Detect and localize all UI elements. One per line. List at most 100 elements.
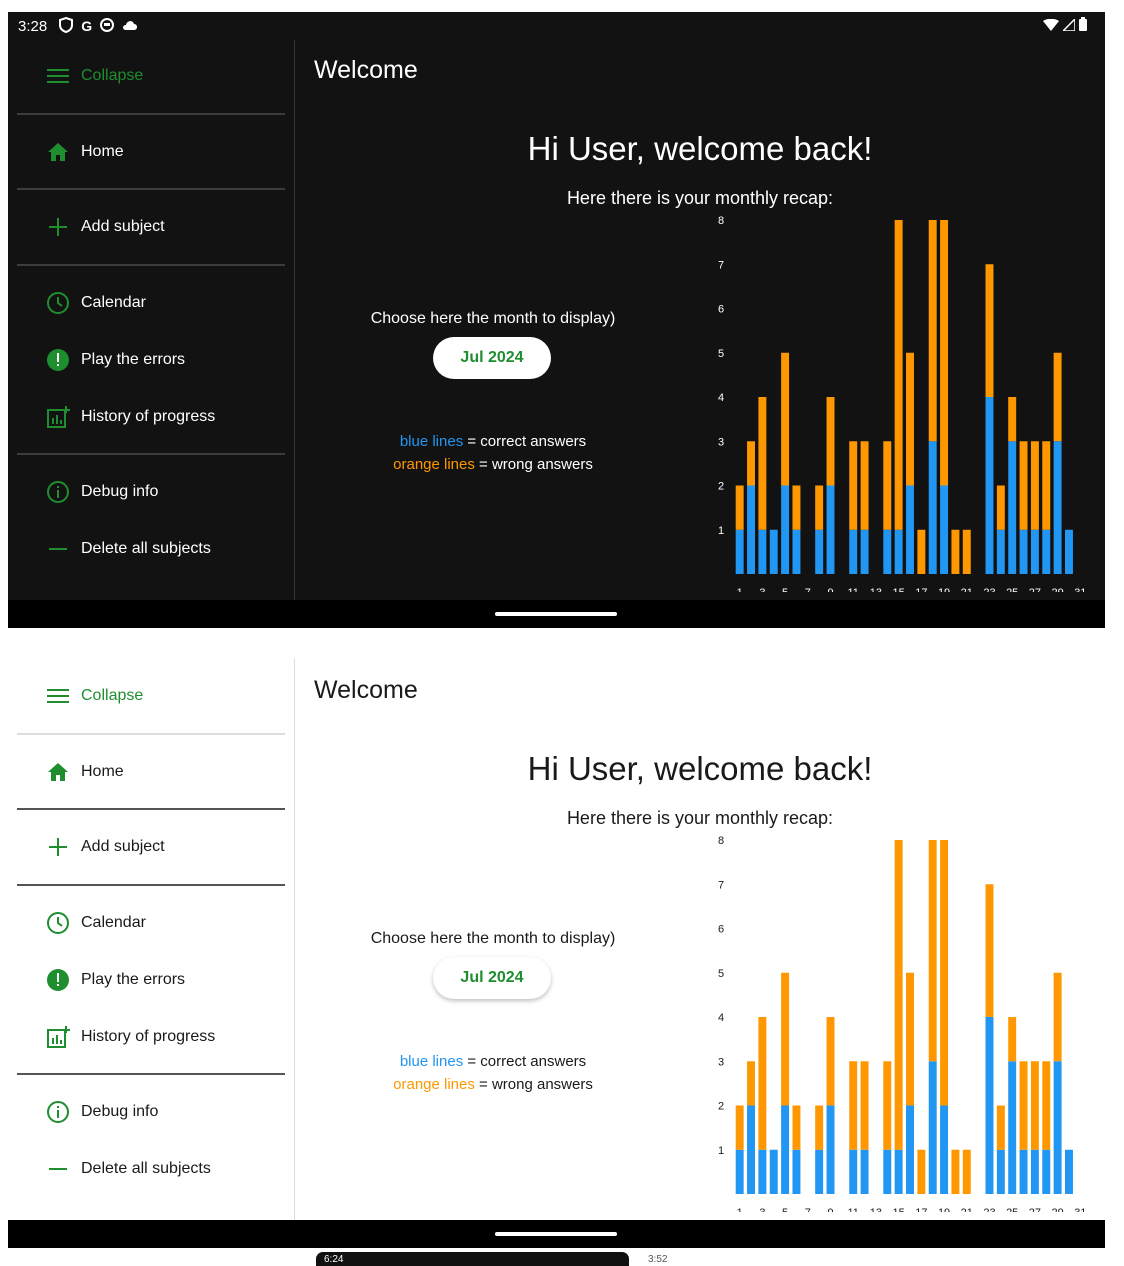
bar-correct: [781, 1105, 790, 1194]
sidebar-separator: [17, 453, 285, 455]
y-tick-label: 2: [718, 481, 724, 493]
sidebar-item-delete-all[interactable]: Delete all subjects: [17, 529, 285, 569]
home-gesture-pill[interactable]: [495, 612, 617, 616]
bar-correct: [792, 1149, 801, 1194]
sidebar-item-add-subject[interactable]: Add subject: [17, 207, 285, 247]
bar-correct: [1042, 1149, 1051, 1194]
bar-wrong: [1019, 1061, 1028, 1150]
x-tick-label: 29: [1051, 1207, 1063, 1212]
monthly-recap-chart: 12345678135791113151719212325272931: [706, 212, 1092, 599]
bar-wrong: [1030, 441, 1039, 530]
bar-correct: [792, 529, 801, 574]
month-choose-label: Choose here the month to display): [370, 310, 616, 327]
sidebar-item-label: History of progress: [81, 408, 216, 425]
bar-correct: [815, 1149, 824, 1194]
sidebar-item-history[interactable]: History of progress: [17, 1017, 285, 1057]
x-tick-label: 5: [782, 1207, 788, 1212]
bar-wrong: [940, 840, 949, 1106]
bar-correct: [928, 441, 937, 574]
legend-correct: blue lines = correct answers: [348, 1053, 638, 1070]
bar-correct: [1030, 1149, 1039, 1194]
x-tick-label: 9: [827, 587, 833, 592]
bar-wrong: [894, 220, 903, 530]
bar-correct: [769, 1149, 778, 1194]
x-tick-label: 1: [737, 587, 743, 592]
home-icon: [45, 139, 71, 165]
bar-correct: [769, 529, 778, 574]
bar-correct: [996, 529, 1005, 574]
bar-wrong: [826, 1017, 835, 1106]
bar-wrong: [996, 485, 1005, 530]
sidebar-item-calendar[interactable]: Calendar: [17, 903, 285, 943]
x-tick-label: 15: [893, 1207, 905, 1212]
sidebar-separator: [17, 733, 285, 735]
x-tick-label: 7: [805, 1207, 811, 1212]
sidebar-item-delete-all[interactable]: Delete all subjects: [17, 1149, 285, 1189]
x-tick-label: 21: [961, 587, 973, 592]
clock-icon: [45, 290, 71, 316]
y-tick-label: 2: [718, 1101, 724, 1113]
sidebar-item-add-subject[interactable]: Add subject: [17, 827, 285, 867]
sidebar-item-home[interactable]: Home: [17, 132, 285, 172]
bar-wrong: [951, 529, 960, 574]
bar-wrong: [747, 441, 756, 486]
bar-correct: [1042, 529, 1051, 574]
sidebar-item-home[interactable]: Home: [17, 752, 285, 792]
month-select-button[interactable]: Jul 2024: [433, 957, 551, 999]
bar-correct: [758, 529, 767, 574]
bar-correct: [735, 529, 744, 574]
sidebar-item-history[interactable]: History of progress: [17, 397, 285, 437]
sidebar-item-label: Debug info: [81, 483, 159, 500]
plus-icon: [45, 214, 71, 240]
sidebar-item-label: Delete all subjects: [81, 540, 211, 557]
y-tick-label: 4: [718, 392, 724, 404]
home-gesture-pill[interactable]: [495, 1232, 617, 1236]
sidebar-item-play-errors[interactable]: Play the errors: [17, 960, 285, 1000]
collapse-button[interactable]: Collapse: [17, 56, 285, 96]
sidebar-item-play-errors[interactable]: Play the errors: [17, 340, 285, 380]
bar-correct: [758, 1149, 767, 1194]
collapse-button[interactable]: Collapse: [17, 676, 285, 716]
menu-icon: [45, 63, 71, 89]
bar-wrong: [894, 840, 903, 1150]
sidebar-border: [294, 658, 295, 1220]
month-select-button[interactable]: Jul 2024: [433, 337, 551, 379]
greeting-heading: Hi User, welcome back!: [527, 750, 873, 787]
sidebar-item-debug[interactable]: Debug info: [17, 472, 285, 512]
bar-correct: [894, 1149, 903, 1194]
x-tick-label: 27: [1029, 587, 1041, 592]
bar-wrong: [1019, 441, 1028, 530]
x-tick-label: 17: [915, 587, 927, 592]
bar-wrong: [917, 529, 926, 574]
bar-correct: [849, 1149, 858, 1194]
bar-correct: [996, 1149, 1005, 1194]
y-tick-label: 6: [718, 304, 724, 316]
plus-icon: [45, 834, 71, 860]
y-tick-label: 4: [718, 1012, 724, 1024]
sidebar-item-label: History of progress: [81, 1028, 216, 1045]
greeting-heading: Hi User, welcome back!: [527, 130, 873, 167]
x-tick-label: 11: [848, 587, 859, 592]
bar-correct: [883, 529, 892, 574]
recent-thumbnail-right[interactable]: 3:52: [640, 1252, 940, 1266]
x-tick-label: 23: [983, 1207, 995, 1212]
status-bar: 3:28 G: [8, 12, 1105, 40]
sidebar-item-debug[interactable]: Debug info: [17, 1092, 285, 1132]
alert-circle-icon: [45, 967, 71, 993]
recent-thumbnail-left[interactable]: 6:24: [316, 1252, 629, 1266]
bar-correct: [1064, 1149, 1073, 1194]
sidebar-item-label: Add subject: [81, 218, 165, 235]
bar-wrong: [860, 441, 869, 530]
chart-add-icon: [45, 1024, 71, 1050]
y-tick-label: 3: [718, 436, 724, 448]
chart-svg: 12345678135791113151719212325272931: [718, 835, 1087, 1219]
wifi-icon: [1043, 18, 1059, 35]
bar-correct: [781, 485, 790, 574]
bar-wrong: [815, 1105, 824, 1150]
bar-correct: [1030, 529, 1039, 574]
bar-wrong: [1008, 397, 1017, 442]
bar-wrong: [860, 1061, 869, 1150]
bar-correct: [826, 485, 835, 574]
sidebar-item-calendar[interactable]: Calendar: [17, 283, 285, 323]
sidebar-separator: [17, 113, 285, 115]
